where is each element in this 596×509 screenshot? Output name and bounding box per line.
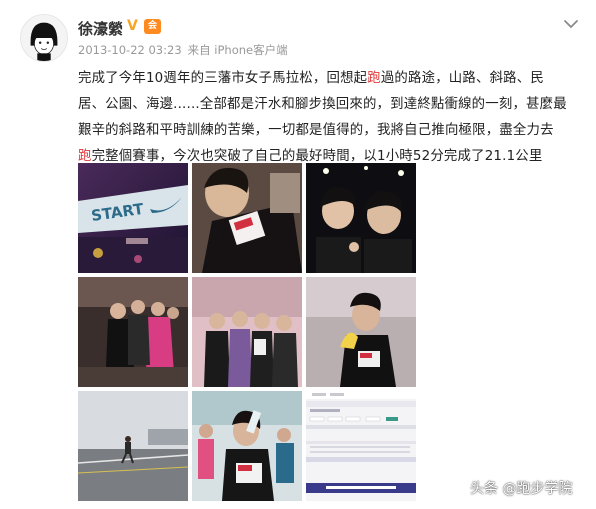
weibo-post-card: 徐濠縈 V 会 2013-10-22 03:23 来自 iPhone客户端 完成了…: [0, 0, 596, 509]
photo-friends-selfie[interactable]: [306, 163, 416, 273]
watermark: 头条 @跑步学院: [470, 481, 573, 497]
vip-badge-icon[interactable]: 会: [144, 19, 161, 34]
avatar[interactable]: [20, 14, 68, 62]
source-client[interactable]: iPhone客户端: [214, 43, 287, 57]
photo-runner-foggy-road[interactable]: [78, 391, 188, 501]
photo-banana[interactable]: [306, 277, 416, 387]
photo-race-bib-selfie[interactable]: [192, 163, 302, 273]
chevron-down-icon[interactable]: [563, 15, 579, 29]
post-text-segment: 居、公園、海邊......全部都是汗水和腳步換回來的，到達終點衝線的一刻，甚麼最: [78, 97, 567, 112]
photo-grid: START: [78, 163, 416, 501]
post-text-segment: 完整個賽事，今次也突破了自己的最好時間，以1小時52分完成了21.1公里: [91, 149, 543, 164]
post-text-segment: 艱辛的斜路和平時訓練的苦樂，一切都是值得的，我將自己推向極限，盡全力去: [78, 123, 554, 138]
post-text-segment: 過的路途，山路、斜路、民: [380, 71, 544, 86]
post-meta: 2013-10-22 03:23 来自 iPhone客户端: [78, 42, 294, 58]
timestamp[interactable]: 2013-10-22 03:23: [78, 43, 182, 57]
run-keyword-link[interactable]: 跑: [367, 71, 381, 86]
username[interactable]: 徐濠縈: [78, 18, 123, 39]
post-text: 完成了今年10週年的三藩市女子馬拉松，回想起跑過的路途，山路、斜路、民 居、公園…: [78, 66, 583, 170]
photo-drinking-water[interactable]: [192, 391, 302, 501]
photo-group-indoor[interactable]: [78, 277, 188, 387]
post-text-segment: 完成了今年10週年的三藩市女子馬拉松，回想起: [78, 71, 368, 86]
photo-start-banner[interactable]: START: [78, 163, 188, 273]
run-keyword-link[interactable]: 跑: [78, 149, 92, 164]
photo-group-stage[interactable]: [192, 277, 302, 387]
source-prefix: 来自: [187, 43, 211, 57]
photo-results-screenshot[interactable]: [306, 391, 416, 501]
verified-icon: V: [127, 18, 138, 34]
